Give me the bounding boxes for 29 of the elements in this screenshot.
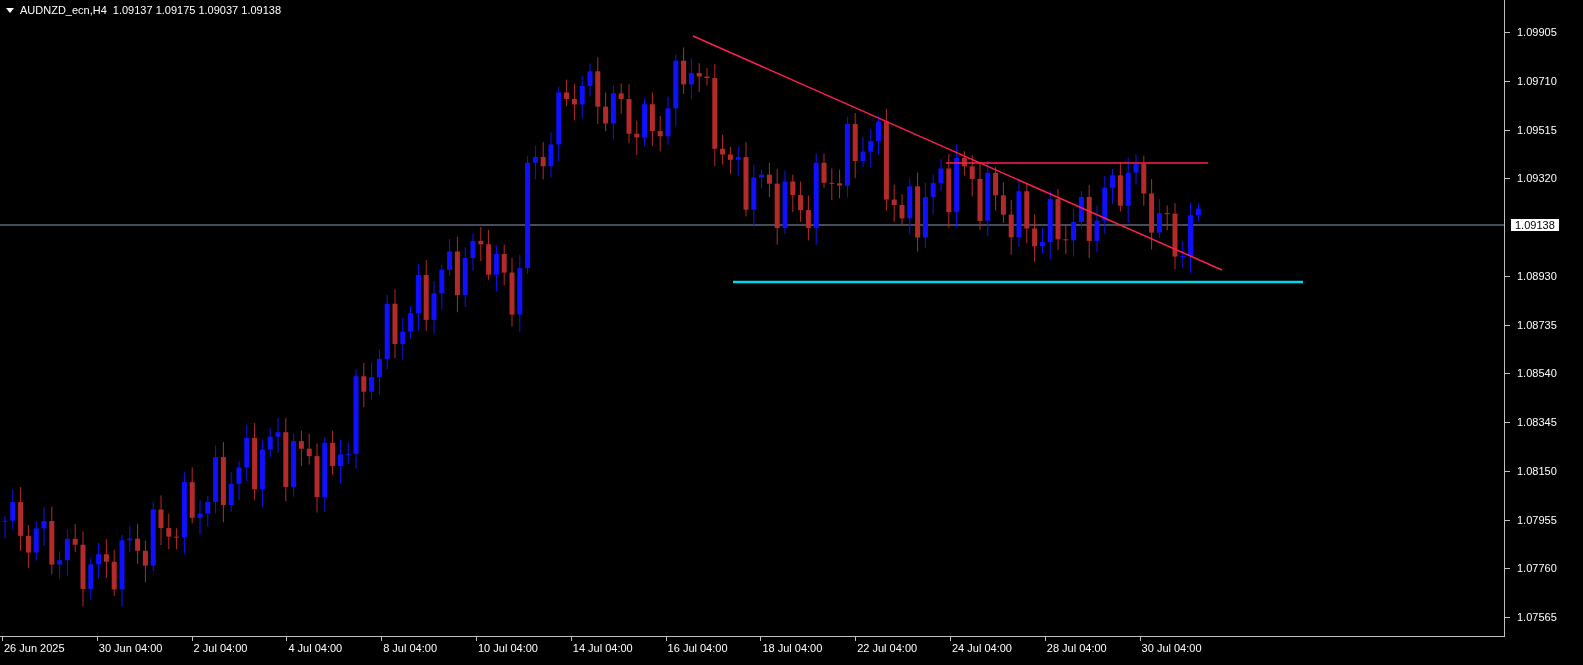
time-label: 10 Jul 04:00 xyxy=(478,642,538,654)
time-label: 22 Jul 04:00 xyxy=(857,642,918,654)
price-label: 1.08345 xyxy=(1517,416,1557,428)
time-label: 8 Jul 04:00 xyxy=(383,642,437,654)
time-label: 24 Jul 04:00 xyxy=(952,642,1012,654)
price-label: 1.09320 xyxy=(1517,172,1557,185)
price-label: 1.09710 xyxy=(1517,74,1557,87)
time-label: 2 Jul 04:00 xyxy=(193,642,248,654)
time-label: 14 Jul 04:00 xyxy=(572,642,633,654)
time-label: 30 Jul 04:00 xyxy=(1141,642,1202,654)
time-label: 30 Jun 04:00 xyxy=(98,642,163,654)
price-label: 1.08735 xyxy=(1517,318,1557,331)
price-label: 1.08930 xyxy=(1517,269,1557,282)
price-label: 1.09515 xyxy=(1517,123,1557,136)
price-label: 1.09905 xyxy=(1517,26,1557,38)
price-label: 1.07760 xyxy=(1517,562,1557,575)
current-price-label: 1.09138 xyxy=(1511,219,1559,231)
time-label: 26 Jun 2025 xyxy=(4,642,65,654)
dropdown-triangle-icon[interactable] xyxy=(6,8,14,13)
time-label: 4 Jul 04:00 xyxy=(288,642,343,654)
symbol-label: AUDNZD_ecn,H4 xyxy=(20,4,107,16)
price-label: 1.08150 xyxy=(1517,464,1557,477)
price-label: 1.08540 xyxy=(1517,367,1557,380)
price-label: 1.07955 xyxy=(1517,513,1557,526)
quote-values: 1.09137 1.09175 1.09037 1.09138 xyxy=(112,4,282,16)
price-label: 1.07565 xyxy=(1517,611,1557,623)
time-label: 18 Jul 04:00 xyxy=(762,642,823,654)
time-label: 16 Jul 04:00 xyxy=(667,642,728,654)
time-label: 28 Jul 04:00 xyxy=(1046,642,1107,654)
